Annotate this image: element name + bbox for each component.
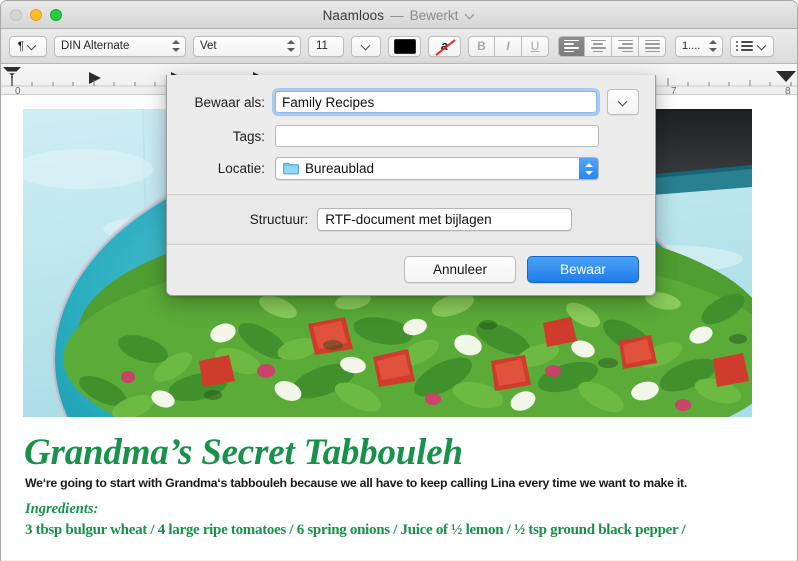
align-right-icon: [617, 39, 633, 53]
underline-button[interactable]: U: [522, 35, 549, 57]
stepper-icon: [286, 39, 295, 53]
title-chevron-down-icon[interactable]: [466, 11, 475, 20]
save-as-value: Family Recipes: [282, 94, 375, 110]
save-as-label: Bewaar als:: [194, 94, 265, 110]
paragraph-style-menu[interactable]: ¶: [9, 35, 47, 57]
align-left-button[interactable]: [558, 35, 585, 57]
line-spacing-select[interactable]: 1....: [675, 35, 723, 57]
line-spacing-value: 1....: [682, 40, 701, 52]
font-size-input[interactable]: 11: [308, 35, 344, 57]
chevron-down-icon: [361, 41, 372, 52]
align-justify-icon: [644, 39, 660, 53]
tags-input[interactable]: [275, 125, 599, 147]
window-title: Naamloos — Bewerkt: [1, 1, 797, 29]
italic-label: I: [506, 39, 510, 53]
remove-color-button[interactable]: a: [428, 35, 461, 57]
tags-label: Tags:: [232, 128, 265, 144]
save-button[interactable]: Bewaar: [527, 256, 639, 283]
ruler-label: 0: [15, 86, 21, 94]
no-color-icon: [435, 38, 456, 56]
document-title: Naamloos: [322, 7, 385, 23]
color-swatch-icon: [393, 38, 416, 54]
stepper-arrows-icon: [584, 161, 593, 176]
format-toolbar: ¶ DIN Alternate Vet 11 a B I U 1....: [1, 29, 797, 64]
save-label: Bewaar: [560, 262, 606, 277]
textedit-window: Naamloos — Bewerkt ¶ DIN Alternate Vet 1: [0, 0, 798, 561]
recipe-subheading: Ingredients:: [25, 501, 99, 517]
location-value: Bureaublad: [305, 161, 375, 176]
align-left-icon: [564, 39, 579, 53]
tags-row: Tags:: [183, 125, 639, 147]
underline-label: U: [530, 39, 540, 53]
cancel-button[interactable]: Annuleer: [404, 256, 516, 283]
font-size-value: 11: [316, 40, 328, 52]
stepper-icon: [171, 39, 180, 53]
location-label: Locatie:: [217, 161, 265, 176]
folder-icon: [283, 162, 299, 175]
font-size-menu[interactable]: [351, 35, 381, 57]
save-as-input[interactable]: Family Recipes: [275, 91, 597, 113]
recipe-text[interactable]: Grandma’s Secret Tabbouleh We‘re going t…: [1, 431, 797, 539]
bold-button[interactable]: B: [468, 35, 495, 57]
ruler-label: 7: [671, 86, 677, 94]
save-dialog-top-section: Bewaar als: Family Recipes Tags: Locatie…: [167, 75, 655, 194]
cancel-label: Annuleer: [432, 262, 488, 277]
save-as-row: Bewaar als: Family Recipes: [183, 89, 639, 115]
text-color-button[interactable]: [388, 35, 421, 57]
list-style-menu[interactable]: [730, 35, 774, 57]
format-label: Structuur:: [249, 212, 309, 227]
window-titlebar[interactable]: Naamloos — Bewerkt: [1, 1, 797, 29]
chevron-down-icon: [27, 41, 38, 52]
font-style-value: Vet: [200, 40, 217, 52]
chevron-down-icon: [618, 97, 629, 108]
text-align-group: [558, 35, 666, 57]
pilcrow-icon: ¶: [17, 39, 25, 53]
screenshot-root: Naamloos — Bewerkt ¶ DIN Alternate Vet 1: [0, 0, 798, 561]
italic-button[interactable]: I: [495, 35, 522, 57]
location-row: Locatie: Bureaublad: [183, 157, 639, 180]
recipe-heading: Grandma’s Secret Tabbouleh: [24, 432, 463, 473]
font-style-select[interactable]: Vet: [193, 35, 301, 57]
save-dialog-actions: Annuleer Bewaar: [167, 245, 655, 295]
recipe-intro: We‘re going to start with Grandma‘s tabb…: [25, 476, 688, 490]
format-section: Structuur: RTF-document met bijlagen: [167, 194, 655, 245]
font-family-select[interactable]: DIN Alternate: [54, 35, 186, 57]
save-dialog: Bewaar als: Family Recipes Tags: Locatie…: [166, 75, 656, 296]
expand-dialog-button[interactable]: [607, 89, 639, 115]
recipe-ingredients: 3 tbsp bulgur wheat / 4 large ripe tomat…: [25, 522, 686, 538]
stepper-icon: [708, 39, 717, 53]
document-edited-state: Bewerkt: [409, 7, 459, 23]
chevron-down-icon: [757, 41, 768, 52]
format-value: RTF-document met bijlagen: [325, 212, 492, 227]
location-select[interactable]: Bureaublad: [275, 157, 599, 180]
title-separator: —: [390, 7, 404, 23]
bold-label: B: [477, 39, 486, 53]
format-select[interactable]: RTF-document met bijlagen: [317, 208, 573, 231]
align-center-icon: [590, 39, 606, 53]
align-justify-button[interactable]: [639, 35, 666, 57]
location-stepper-button[interactable]: [579, 158, 598, 179]
text-style-group: B I U: [468, 35, 549, 57]
list-icon: [736, 41, 753, 51]
font-family-value: DIN Alternate: [61, 40, 130, 52]
align-right-button[interactable]: [612, 35, 639, 57]
align-center-button[interactable]: [585, 35, 612, 57]
ruler-label: 8: [785, 86, 791, 94]
